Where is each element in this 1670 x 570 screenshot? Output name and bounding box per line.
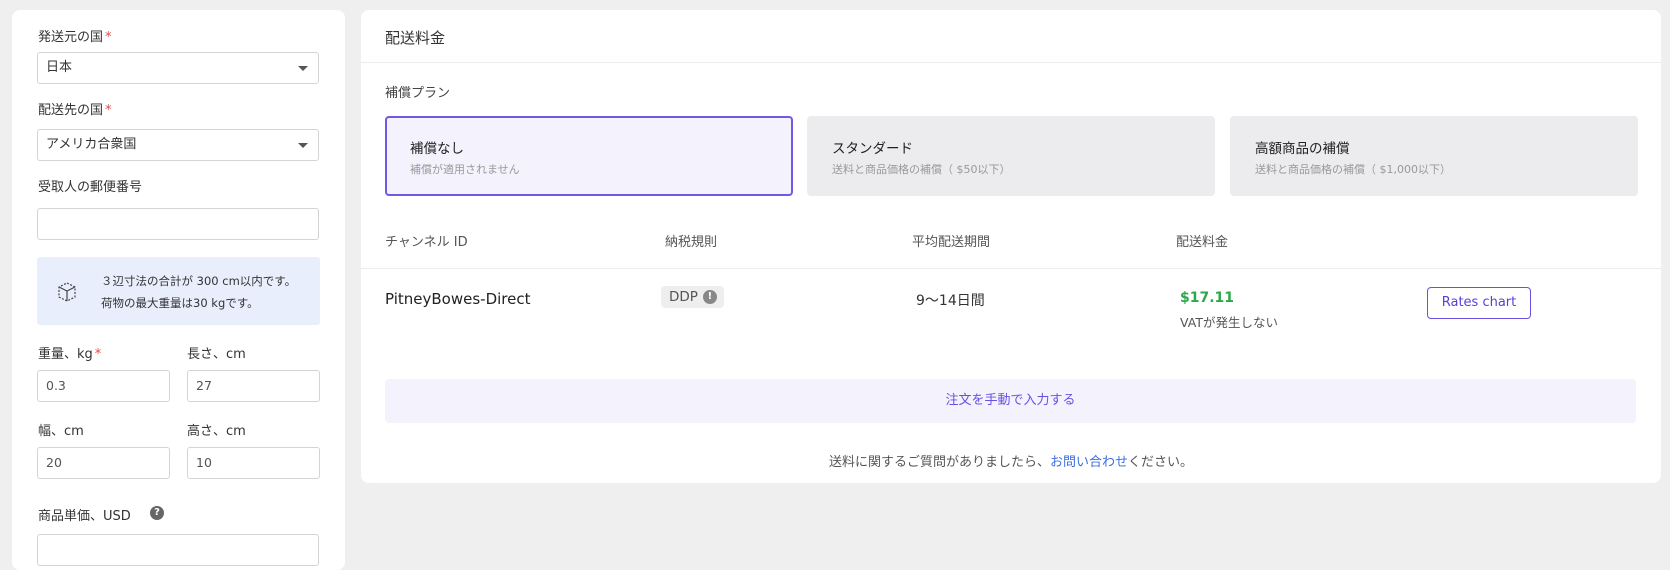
plan-desc: 送料と商品価格の補償（ $1,000以下） [1255, 163, 1451, 176]
weight-label: 重量、kg * [38, 347, 102, 362]
package-box-icon [58, 282, 76, 302]
channel-id: PitneyBowes-Direct [385, 290, 531, 308]
plan-card-none[interactable]: 補償なし 補償が適用されません [385, 116, 793, 196]
plan-desc: 補償が適用されません [410, 163, 520, 176]
chevron-down-icon [298, 143, 308, 148]
destination-country-label: 配送先の国 * [38, 103, 112, 118]
shipping-form-panel: 発送元の国 * 日本 配送先の国 * アメリカ合衆国 受取人の郵便番号 ３辺寸法の合… [12, 10, 345, 570]
height-label: 高さ、cm [187, 424, 246, 439]
vat-note: VATが発生しない [1180, 315, 1278, 330]
required-mark: * [105, 103, 112, 118]
zip-code-label: 受取人の郵便番号 [38, 180, 143, 195]
header-divider [361, 62, 1661, 63]
manual-entry-button[interactable]: 注文を手動で入力する [385, 379, 1636, 423]
origin-country-select[interactable]: 日本 [37, 52, 319, 84]
footer-suffix: ください。 [1128, 455, 1194, 470]
help-icon[interactable]: ? [150, 506, 164, 520]
origin-country-value: 日本 [46, 60, 73, 75]
tax-rule-value: DDP [669, 289, 698, 305]
origin-country-label: 発送元の国 * [38, 30, 112, 45]
width-label: 幅、cm [38, 424, 84, 439]
destination-country-value: アメリカ合衆国 [46, 137, 137, 152]
footer-prefix: 送料に関するご質問がありましたら、 [828, 455, 1050, 470]
insurance-plan-label: 補償プラン [385, 86, 451, 101]
plan-card-standard[interactable]: スタンダード 送料と商品価格の補償（ $50以下） [807, 116, 1215, 196]
table-header-divider [361, 268, 1661, 269]
plan-title: 高額商品の補償 [1255, 141, 1350, 157]
info-exclamation-icon[interactable]: ! [702, 290, 717, 304]
panel-title: 配送料金 [385, 29, 446, 47]
required-mark: * [94, 347, 102, 362]
delivery-period: 9〜14日間 [916, 293, 985, 309]
unit-price-label: 商品単価、USD [38, 509, 131, 524]
column-header-channel: チャンネル ID [385, 235, 468, 250]
shipping-price: $17.11 [1180, 290, 1235, 306]
column-header-tax-rule: 納税規則 [665, 235, 718, 250]
info-weight-limit: 荷物の最大重量は30 kgです。 [101, 296, 259, 310]
destination-country-select[interactable]: アメリカ合衆国 [37, 129, 319, 161]
info-dimension-limit: ３辺寸法の合計が 300 cm以内です。 [101, 274, 297, 288]
required-mark: * [105, 30, 112, 45]
contact-link[interactable]: お問い合わせ [1050, 455, 1128, 470]
tax-rule-badge: DDP ! [661, 286, 724, 308]
weight-input[interactable]: 0.3 [37, 370, 170, 402]
column-header-period: 平均配送期間 [912, 235, 991, 250]
unit-price-input[interactable] [37, 534, 319, 566]
plan-title: 補償なし [410, 141, 464, 157]
height-input[interactable]: 10 [187, 447, 320, 479]
zip-code-input[interactable] [37, 208, 319, 240]
length-input[interactable]: 27 [187, 370, 320, 402]
rates-chart-button[interactable]: Rates chart [1427, 287, 1531, 319]
plan-desc: 送料と商品価格の補償（ $50以下） [832, 163, 1011, 176]
column-header-price: 配送料金 [1176, 235, 1229, 250]
plan-card-high-value[interactable]: 高額商品の補償 送料と商品価格の補償（ $1,000以下） [1230, 116, 1638, 196]
plan-title: スタンダード [832, 141, 913, 157]
chevron-down-icon [298, 66, 308, 71]
dimension-info-box: ３辺寸法の合計が 300 cm以内です。 荷物の最大重量は30 kgです。 [37, 257, 320, 325]
length-label: 長さ、cm [187, 347, 246, 362]
footer-contact-text: 送料に関するご質問がありましたら、お問い合わせください。 [361, 451, 1661, 470]
shipping-rates-panel: 配送料金 補償プラン 補償なし 補償が適用されません スタンダード 送料と商品価… [361, 10, 1661, 483]
width-input[interactable]: 20 [37, 447, 170, 479]
